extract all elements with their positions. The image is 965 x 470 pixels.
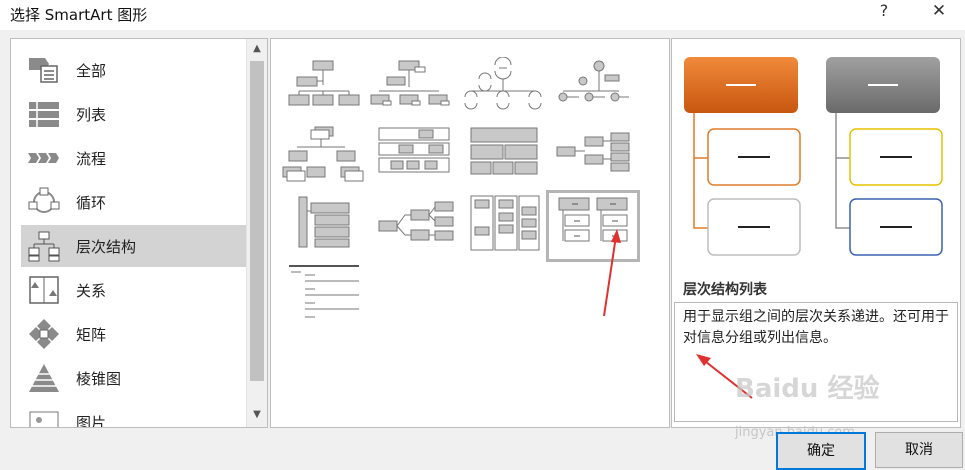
watermark-logo: Baidu 经验 (735, 374, 880, 404)
ok-button[interactable]: 确定 (776, 432, 866, 470)
cancel-button[interactable]: 取消 (875, 432, 963, 468)
